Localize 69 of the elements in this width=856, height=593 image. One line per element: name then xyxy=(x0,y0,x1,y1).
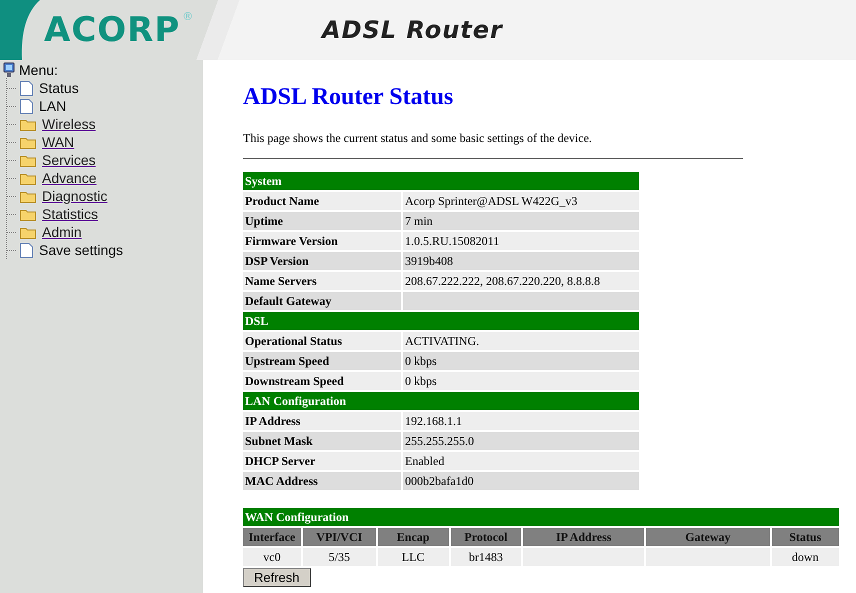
folder-icon xyxy=(20,172,36,184)
table-cell: vc0 xyxy=(243,548,301,566)
folder-icon xyxy=(20,208,36,220)
field-label: Subnet Mask xyxy=(243,432,401,450)
column-header: VPI/VCI xyxy=(302,528,376,546)
column-header: IP Address xyxy=(523,528,644,546)
field-label: DHCP Server xyxy=(243,452,401,470)
field-label: MAC Address xyxy=(243,472,401,490)
table-cell: br1483 xyxy=(450,548,522,566)
menu-link[interactable]: WAN xyxy=(42,134,74,150)
field-value: 192.168.1.1 xyxy=(403,412,639,430)
section-header: WAN Configuration xyxy=(243,508,839,526)
menu-link[interactable]: Advance xyxy=(42,170,96,186)
field-label: IP Address xyxy=(243,412,401,430)
computer-icon xyxy=(2,62,16,78)
menu-title: Menu: xyxy=(19,62,58,78)
field-value: 7 min xyxy=(403,212,639,230)
field-label: Name Servers xyxy=(243,272,401,290)
folder-icon xyxy=(20,190,36,202)
column-header: Status xyxy=(772,528,839,546)
section-header: System xyxy=(243,172,639,190)
menu-link[interactable]: Diagnostic xyxy=(42,188,108,204)
page-icon xyxy=(20,242,33,258)
field-value: ACTIVATING. xyxy=(403,332,639,350)
table-cell: 5/35 xyxy=(302,548,376,566)
field-label: Product Name xyxy=(243,192,401,210)
field-label: Operational Status xyxy=(243,332,401,350)
column-header: Encap xyxy=(378,528,449,546)
field-value: 255.255.255.0 xyxy=(403,432,639,450)
column-header: Gateway xyxy=(646,528,770,546)
menu-item[interactable]: Status xyxy=(39,80,79,96)
folder-icon xyxy=(20,226,36,238)
table-cell: down xyxy=(772,548,839,566)
column-header: Interface xyxy=(243,528,301,546)
field-label: Upstream Speed xyxy=(243,352,401,370)
field-value: 208.67.222.222, 208.67.220.220, 8.8.8.8 xyxy=(403,272,639,290)
menu-link[interactable]: Services xyxy=(42,152,96,168)
field-value: 000b2bafa1d0 xyxy=(403,472,639,490)
folder-icon xyxy=(20,154,36,166)
section-header: DSL xyxy=(243,312,639,330)
field-value: 1.0.5.RU.15082011 xyxy=(403,232,639,250)
folder-icon xyxy=(20,118,36,130)
header-title: ADSL Router xyxy=(322,16,503,44)
field-label: Firmware Version xyxy=(243,232,401,250)
swoosh-drawing xyxy=(0,0,40,60)
field-label: Downstream Speed xyxy=(243,372,401,390)
refresh-button[interactable]: Refresh xyxy=(243,568,311,587)
menu-item[interactable]: LAN xyxy=(39,98,66,114)
page-icon xyxy=(20,80,33,96)
field-value: Acorp Sprinter@ADSL W422G_v3 xyxy=(403,192,639,210)
field-label: DSP Version xyxy=(243,252,401,270)
logo: ACORP$^{®}$ xyxy=(44,10,194,50)
page-icon xyxy=(20,98,33,114)
menu-link[interactable]: Admin xyxy=(42,224,82,240)
field-value: 0 kbps xyxy=(403,372,639,390)
field-value: Enabled xyxy=(403,452,639,470)
menu-item[interactable]: Save settings xyxy=(39,242,124,258)
column-header: Protocol xyxy=(450,528,522,546)
field-value: 3919b408 xyxy=(403,252,639,270)
section-header: LAN Configuration xyxy=(243,392,639,410)
field-value: 0 kbps xyxy=(403,352,639,370)
table-cell: LLC xyxy=(378,548,449,566)
menu-link[interactable]: Wireless xyxy=(42,116,96,132)
menu-link[interactable]: Statistics xyxy=(42,206,98,222)
page-title: ADSL Router Status xyxy=(243,83,454,111)
field-label: Uptime xyxy=(243,212,401,230)
folder-icon xyxy=(20,136,36,148)
page-description: This page shows the current status and some basic settings of the device. xyxy=(243,131,593,145)
field-label: Default Gateway xyxy=(243,292,401,310)
